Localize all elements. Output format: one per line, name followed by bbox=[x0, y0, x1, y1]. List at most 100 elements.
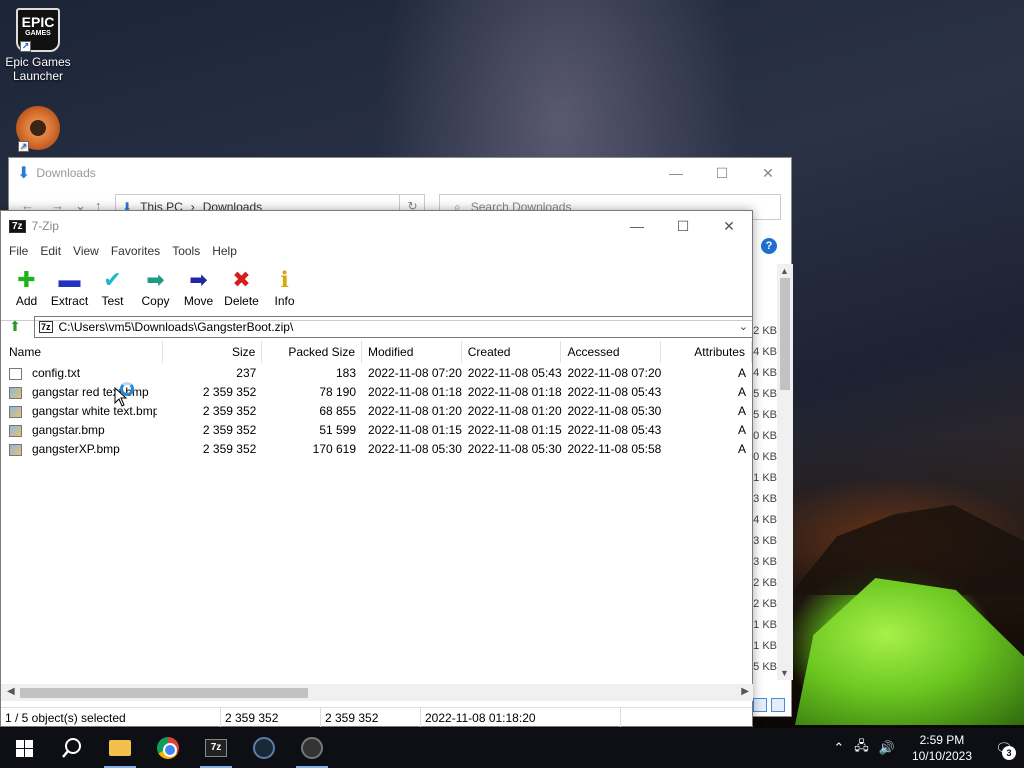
menu-favorites[interactable]: Favorites bbox=[105, 241, 166, 261]
file-name: gangstar white text.bmp bbox=[32, 404, 157, 418]
menu-view[interactable]: View bbox=[67, 241, 105, 261]
column-modified[interactable]: Modified bbox=[362, 341, 462, 363]
menu-file[interactable]: File bbox=[3, 241, 34, 261]
file-size: 2 359 352 bbox=[202, 423, 257, 437]
menu-edit[interactable]: Edit bbox=[34, 241, 67, 261]
maximize-button[interactable]: ☐ bbox=[699, 158, 745, 188]
taskbar-search-button[interactable] bbox=[48, 728, 96, 768]
minimize-button[interactable]: — bbox=[614, 211, 660, 241]
bitmap-file-icon bbox=[9, 424, 22, 437]
delete-label: Delete bbox=[224, 294, 259, 308]
file-attributes: A bbox=[737, 442, 746, 456]
wallpaper-mountain bbox=[790, 505, 1024, 595]
file-row[interactable]: gangstar.bmp 2 359 352 51 599 2022-11-08… bbox=[1, 421, 752, 440]
info-button[interactable]: ℹ Info bbox=[263, 263, 306, 320]
file-size: 1 KB bbox=[753, 640, 777, 652]
notifications-button[interactable]: 🗨 3 bbox=[984, 728, 1024, 768]
column-packed-size[interactable]: Packed Size bbox=[262, 341, 363, 363]
volume-icon[interactable]: 🔊 bbox=[874, 740, 900, 756]
desktop-icon-tf2[interactable]: ↗ bbox=[0, 106, 76, 153]
file-created: 2022-11-08 01:15 bbox=[467, 423, 562, 437]
file-size: 1 KB bbox=[753, 472, 777, 484]
add-label: Add bbox=[15, 294, 38, 308]
file-size: 0 KB bbox=[753, 430, 777, 442]
menu-tools[interactable]: Tools bbox=[166, 241, 206, 261]
delete-button[interactable]: ✖ Delete bbox=[220, 263, 263, 320]
archive-path-field[interactable]: 7z C:\Users\vm5\Downloads\GangsterBoot.z… bbox=[34, 316, 753, 338]
start-button[interactable] bbox=[0, 728, 48, 768]
7zip-icon: 7z bbox=[205, 739, 227, 757]
file-explorer-icon bbox=[109, 740, 131, 756]
file-modified: 2022-11-08 07:20 bbox=[368, 366, 462, 380]
file-modified: 2022-11-08 05:30 bbox=[368, 442, 462, 456]
scroll-up-arrow-icon[interactable]: ▲ bbox=[780, 266, 789, 276]
file-size: 3 KB bbox=[753, 535, 777, 547]
taskbar-7zip[interactable]: 7z bbox=[192, 728, 240, 768]
move-button[interactable]: ➡ Move bbox=[177, 263, 220, 320]
taskbar-file-explorer[interactable] bbox=[96, 728, 144, 768]
file-name: gangstar red text.bmp bbox=[32, 385, 149, 399]
details-view-icon[interactable] bbox=[753, 698, 767, 712]
copy-button[interactable]: ➡ Copy bbox=[134, 263, 177, 320]
scroll-down-arrow-icon[interactable]: ▼ bbox=[780, 668, 789, 678]
file-row[interactable]: gangsterXP.bmp 2 359 352 170 619 2022-11… bbox=[1, 440, 752, 459]
scrollbar-thumb[interactable] bbox=[20, 688, 308, 698]
clock[interactable]: 2:59 PM 10/10/2023 bbox=[900, 732, 984, 764]
menu-bar: File Edit View Favorites Tools Help bbox=[1, 241, 243, 261]
shortcut-arrow-icon: ↗ bbox=[18, 141, 29, 152]
column-name[interactable]: Name bbox=[1, 341, 163, 363]
column-size[interactable]: Size bbox=[163, 341, 263, 363]
file-attributes: A bbox=[737, 385, 746, 399]
minus-icon: ▬ bbox=[58, 267, 81, 292]
column-attributes[interactable]: Attributes bbox=[661, 341, 752, 363]
file-size: 4 KB bbox=[753, 346, 777, 358]
7zip-window[interactable]: 7z 7-Zip — ☐ ✕ File Edit View Favorites … bbox=[0, 210, 753, 727]
extract-button[interactable]: ▬ Extract bbox=[48, 263, 91, 320]
info-label: Info bbox=[274, 294, 295, 308]
file-row[interactable]: config.txt 237 183 2022-11-08 07:20 2022… bbox=[1, 364, 752, 383]
parent-folder-icon[interactable]: ⬆ bbox=[1, 314, 29, 338]
taskbar-chrome[interactable] bbox=[144, 728, 192, 768]
close-button[interactable]: ✕ bbox=[745, 158, 791, 188]
file-created: 2022-11-08 05:43 bbox=[467, 366, 562, 380]
desktop-icon-epic-games[interactable]: EPIC GAMES ↗ Epic Games Launcher bbox=[0, 8, 76, 83]
file-modified: 2022-11-08 01:15 bbox=[368, 423, 462, 437]
archive-icon: 7z bbox=[39, 321, 53, 333]
close-button[interactable]: ✕ bbox=[706, 211, 752, 241]
help-icon[interactable]: ? bbox=[761, 238, 777, 254]
test-button[interactable]: ✔ Test bbox=[91, 263, 134, 320]
explorer-vertical-scrollbar[interactable]: ▲ ▼ bbox=[777, 264, 793, 680]
horizontal-scrollbar[interactable]: ◀ ▶ bbox=[1, 684, 753, 701]
scroll-left-arrow-icon[interactable]: ◀ bbox=[7, 686, 15, 697]
scroll-right-arrow-icon[interactable]: ▶ bbox=[741, 686, 749, 697]
column-created[interactable]: Created bbox=[462, 341, 562, 363]
busy-spinner-icon bbox=[120, 382, 134, 396]
scrollbar-thumb[interactable] bbox=[780, 278, 790, 390]
file-created: 2022-11-08 01:18 bbox=[467, 385, 562, 399]
bitmap-file-icon bbox=[9, 443, 22, 456]
file-attributes: A bbox=[737, 366, 746, 380]
file-packed-size: 51 599 bbox=[319, 423, 357, 437]
bitmap-file-icon bbox=[9, 405, 22, 418]
taskbar-steam[interactable] bbox=[240, 728, 288, 768]
file-packed-size: 78 190 bbox=[319, 385, 357, 399]
maximize-button[interactable]: ☐ bbox=[660, 211, 706, 241]
add-button[interactable]: ✚ Add bbox=[5, 263, 48, 320]
file-size: 2 KB bbox=[753, 598, 777, 610]
wallpaper-tent bbox=[795, 578, 1024, 725]
network-icon[interactable]: 🖧 bbox=[849, 737, 874, 759]
file-packed-size: 68 855 bbox=[319, 404, 357, 418]
file-packed-size: 183 bbox=[336, 366, 357, 380]
download-arrow-icon: ⬇ bbox=[17, 165, 31, 182]
column-accessed[interactable]: Accessed bbox=[561, 341, 662, 363]
file-size: 5 KB bbox=[753, 409, 777, 421]
move-arrow-icon: ➡ bbox=[189, 267, 208, 292]
minimize-button[interactable]: — bbox=[653, 158, 699, 188]
taskbar-game[interactable] bbox=[288, 728, 336, 768]
epic-games-icon: EPIC GAMES ↗ bbox=[16, 8, 60, 52]
large-icons-view-icon[interactable] bbox=[771, 698, 785, 712]
chevron-down-icon[interactable]: ⌄ bbox=[739, 320, 748, 333]
file-size: 5 KB bbox=[753, 661, 777, 673]
chevron-up-icon[interactable]: ⌃ bbox=[828, 740, 849, 756]
menu-help[interactable]: Help bbox=[206, 241, 243, 261]
